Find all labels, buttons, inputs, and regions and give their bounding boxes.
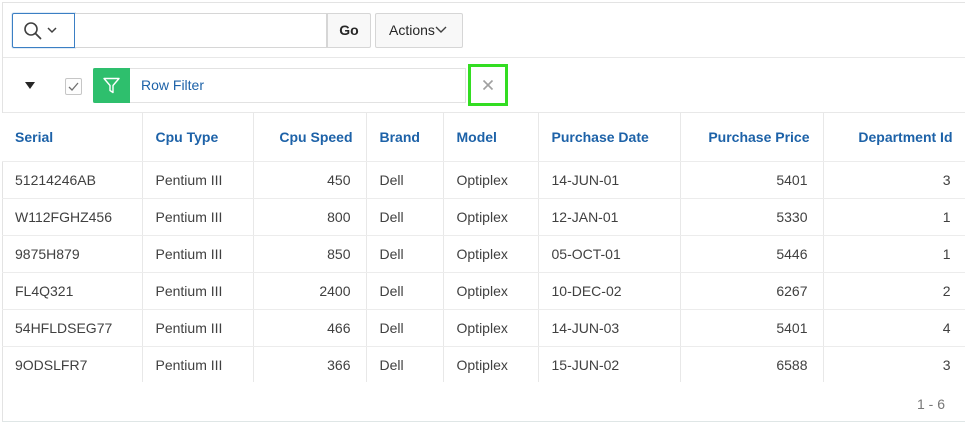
cell-serial: 54HFLDSEG77 (2, 309, 143, 347)
cell-model: Optiplex (443, 346, 539, 382)
cell-purchase-price: 5446 (680, 235, 824, 273)
cell-cpu-type: Pentium III (142, 198, 254, 236)
row-filter-chip[interactable]: Row Filter (93, 68, 466, 103)
chevron-down-icon (47, 27, 57, 34)
cell-cpu-type: Pentium III (142, 346, 254, 382)
cell-purchase-date: 10-DEC-02 (538, 272, 681, 310)
cell-cpu-speed: 466 (253, 309, 367, 347)
cell-purchase-date: 12-JAN-01 (538, 198, 681, 236)
cell-department-id: 3 (823, 346, 965, 382)
cell-model: Optiplex (443, 198, 539, 236)
cell-purchase-date: 05-OCT-01 (538, 235, 681, 273)
cell-brand: Dell (366, 161, 444, 199)
cell-model: Optiplex (443, 235, 539, 273)
cell-serial: 9875H879 (2, 235, 143, 273)
table-header-row: Serial Cpu Type Cpu Speed Brand Model Pu… (2, 113, 965, 162)
pagination-range: 1 - 6 (916, 396, 945, 412)
column-header-cpu-speed[interactable]: Cpu Speed (253, 113, 367, 162)
cell-serial: 51214246AB (2, 161, 143, 199)
funnel-icon (103, 77, 120, 94)
column-header-purchase-date[interactable]: Purchase Date (538, 113, 681, 162)
column-header-serial[interactable]: Serial (2, 113, 143, 162)
cell-brand: Dell (366, 198, 444, 236)
cell-purchase-price: 6588 (680, 346, 824, 382)
table-row: 9ODSLFR7 Pentium III 366 Dell Optiplex 1… (2, 346, 965, 382)
cell-purchase-price: 6267 (680, 272, 824, 310)
cell-purchase-price: 5401 (680, 309, 824, 347)
cell-purchase-date: 14-JUN-03 (538, 309, 681, 347)
cell-brand: Dell (366, 346, 444, 382)
cell-purchase-price: 5401 (680, 161, 824, 199)
actions-menu-button[interactable]: Actions (375, 13, 463, 48)
filter-icon-box (93, 68, 130, 103)
table-row: FL4Q321 Pentium III 2400 Dell Optiplex 1… (2, 272, 965, 310)
filter-enable-checkbox[interactable] (65, 78, 82, 95)
cell-cpu-speed: 800 (253, 198, 367, 236)
table-row: 9875H879 Pentium III 850 Dell Optiplex 0… (2, 235, 965, 273)
cell-serial: FL4Q321 (2, 272, 143, 310)
column-header-brand[interactable]: Brand (366, 113, 444, 162)
close-icon (482, 79, 494, 91)
cell-model: Optiplex (443, 272, 539, 310)
column-header-model[interactable]: Model (443, 113, 539, 162)
go-button[interactable]: Go (327, 13, 371, 48)
cell-cpu-speed: 366 (253, 346, 367, 382)
remove-filter-button[interactable] (468, 64, 508, 106)
search-icon (24, 22, 57, 40)
search-column-selector[interactable] (12, 13, 75, 48)
cell-department-id: 4 (823, 309, 965, 347)
chevron-down-icon (435, 26, 447, 33)
report-footer: 1 - 6 (2, 382, 965, 422)
cell-cpu-speed: 2400 (253, 272, 367, 310)
cell-purchase-date: 15-JUN-02 (538, 346, 681, 382)
cell-cpu-type: Pentium III (142, 272, 254, 310)
column-header-department-id[interactable]: Department Id (823, 113, 965, 162)
filter-label: Row Filter (141, 77, 205, 93)
actions-label: Actions (389, 22, 435, 38)
cell-cpu-type: Pentium III (142, 161, 254, 199)
cell-purchase-price: 5330 (680, 198, 824, 236)
cell-model: Optiplex (443, 309, 539, 347)
cell-department-id: 3 (823, 161, 965, 199)
search-input[interactable] (75, 13, 327, 48)
cell-serial: 9ODSLFR7 (2, 346, 143, 382)
cell-brand: Dell (366, 309, 444, 347)
cell-cpu-speed: 450 (253, 161, 367, 199)
search-group: Go (12, 13, 372, 48)
triangle-down-icon[interactable] (23, 81, 37, 91)
table-row: W112FGHZ456 Pentium III 800 Dell Optiple… (2, 198, 965, 236)
report-table: Serial Cpu Type Cpu Speed Brand Model Pu… (2, 113, 965, 382)
cell-serial: W112FGHZ456 (2, 198, 143, 236)
column-header-cpu-type[interactable]: Cpu Type (142, 113, 254, 162)
cell-department-id: 1 (823, 198, 965, 236)
cell-model: Optiplex (443, 161, 539, 199)
table-row: 54HFLDSEG77 Pentium III 466 Dell Optiple… (2, 309, 965, 347)
report-toolbar: Go Actions (3, 3, 965, 58)
cell-brand: Dell (366, 235, 444, 273)
cell-department-id: 1 (823, 235, 965, 273)
column-header-purchase-price[interactable]: Purchase Price (680, 113, 824, 162)
cell-cpu-speed: 850 (253, 235, 367, 273)
check-icon (68, 82, 79, 91)
cell-cpu-type: Pentium III (142, 309, 254, 347)
cell-purchase-date: 14-JUN-01 (538, 161, 681, 199)
report-grid: Serial Cpu Type Cpu Speed Brand Model Pu… (2, 113, 965, 382)
cell-brand: Dell (366, 272, 444, 310)
cell-department-id: 2 (823, 272, 965, 310)
table-row: 51214246AB Pentium III 450 Dell Optiplex… (2, 161, 965, 199)
cell-cpu-type: Pentium III (142, 235, 254, 273)
